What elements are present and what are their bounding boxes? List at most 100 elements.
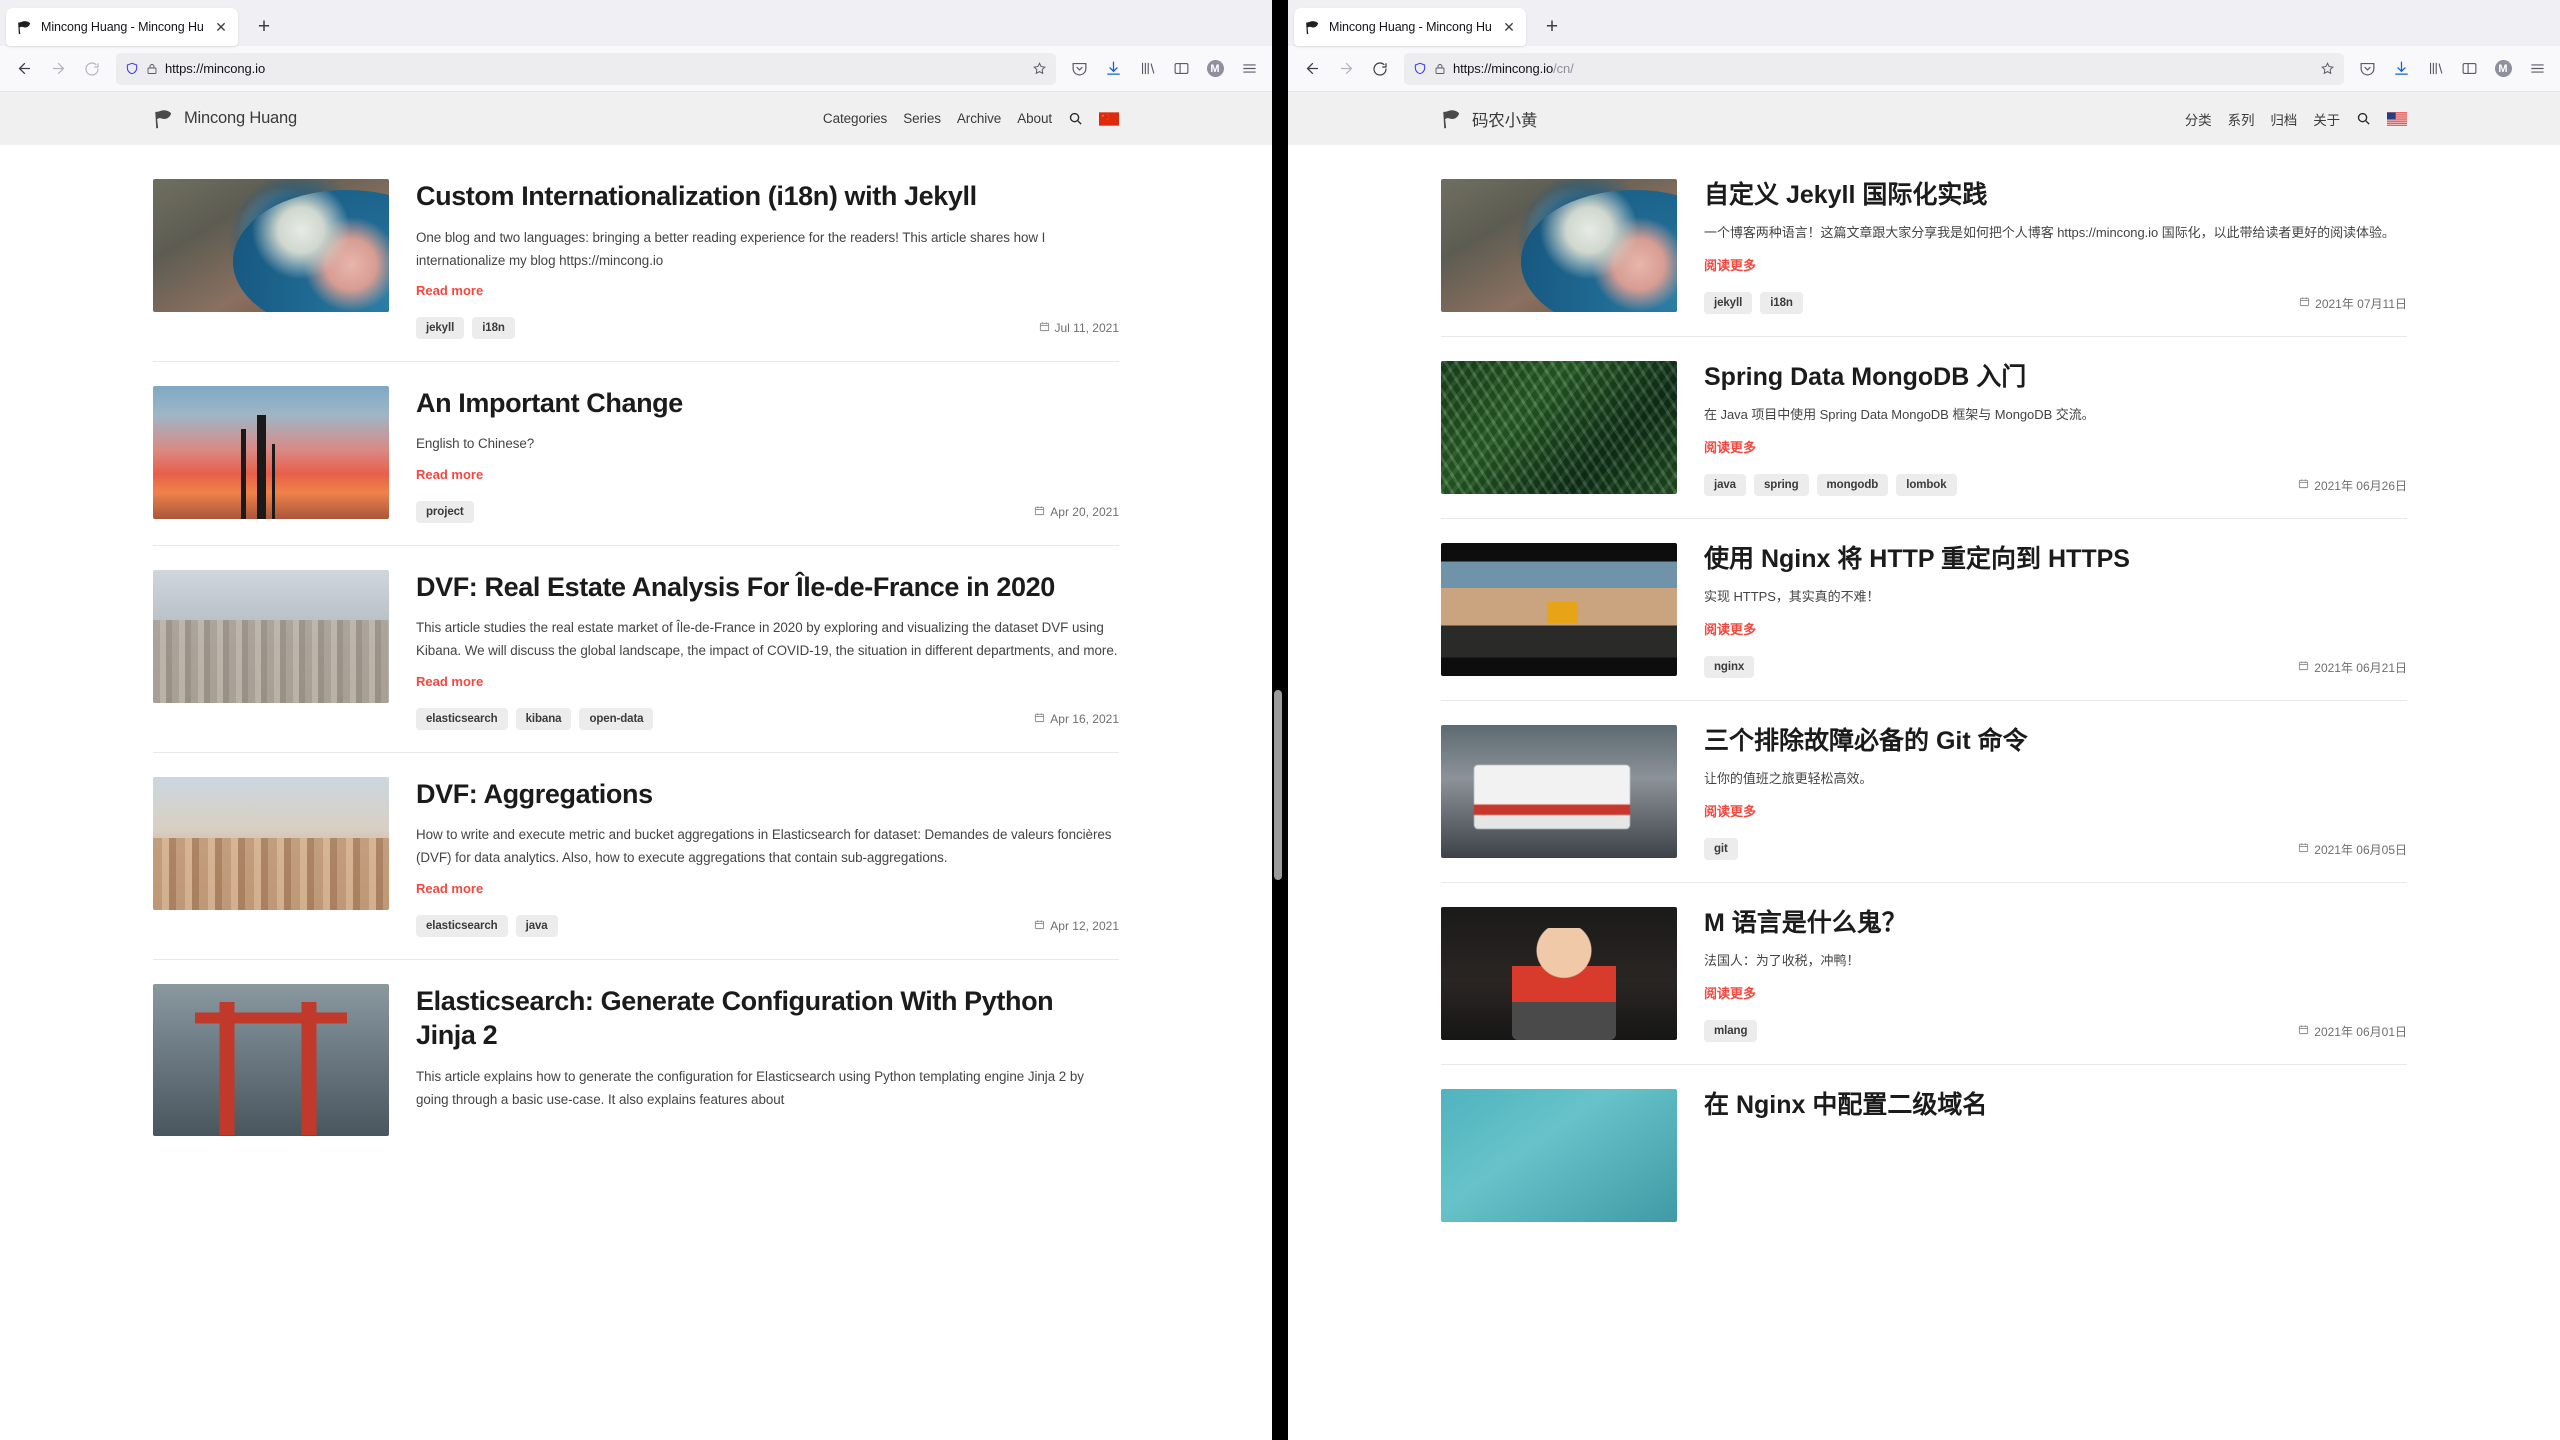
post-item[interactable]: Spring Data MongoDB 入门 在 Java 项目中使用 Spri… xyxy=(1441,361,2407,520)
read-more-link[interactable]: Read more xyxy=(416,467,483,482)
tag-chip[interactable]: project xyxy=(416,500,474,523)
read-more-link[interactable]: 阅读更多 xyxy=(1704,437,1756,456)
sidebar-icon[interactable] xyxy=(2454,54,2484,84)
post-thumbnail[interactable] xyxy=(153,385,389,519)
nav-item-categories[interactable]: Categories xyxy=(823,111,887,126)
post-item[interactable]: 三个排除故障必备的 Git 命令 让你的值班之旅更轻松高效。 阅读更多 git … xyxy=(1441,725,2407,884)
read-more-link[interactable]: Read more xyxy=(416,674,483,689)
library-icon[interactable] xyxy=(1132,54,1162,84)
menu-icon[interactable] xyxy=(1234,54,1264,84)
nav-item-about[interactable]: 关于 xyxy=(2313,109,2340,129)
bookmark-star-icon[interactable] xyxy=(2320,61,2335,76)
post-title[interactable]: 使用 Nginx 将 HTTP 重定向到 HTTPS xyxy=(1704,543,2407,575)
reload-icon[interactable] xyxy=(76,53,108,85)
read-more-link[interactable]: 阅读更多 xyxy=(1704,619,1756,638)
post-item[interactable]: M 语言是什么鬼？ 法国人：为了收税，冲鸭！ 阅读更多 mlang 2021年 … xyxy=(1441,907,2407,1066)
new-tab-button[interactable]: + xyxy=(1536,11,1568,43)
back-icon[interactable] xyxy=(8,53,40,85)
post-item[interactable]: 自定义 Jekyll 国际化实践 一个博客两种语言！这篇文章跟大家分享我是如何把… xyxy=(1441,179,2407,338)
tag-chip[interactable]: open-data xyxy=(579,707,654,730)
scrollbar-thumb[interactable] xyxy=(1274,690,1282,880)
search-icon[interactable] xyxy=(1068,111,1083,126)
post-title[interactable]: Custom Internationalization (i18n) with … xyxy=(416,179,1119,214)
forward-icon[interactable] xyxy=(42,53,74,85)
post-item[interactable]: 使用 Nginx 将 HTTP 重定向到 HTTPS 实现 HTTPS，其实真的… xyxy=(1441,543,2407,702)
download-icon[interactable] xyxy=(2386,54,2416,84)
forward-icon[interactable] xyxy=(1330,53,1362,85)
tag-chip[interactable]: mlang xyxy=(1704,1020,1758,1043)
post-item[interactable]: Custom Internationalization (i18n) with … xyxy=(153,179,1119,362)
bookmark-star-icon[interactable] xyxy=(1032,61,1047,76)
address-bar-right[interactable]: https://mincong.io/cn/ xyxy=(1404,52,2344,85)
tag-chip[interactable]: i18n xyxy=(1760,292,1803,315)
account-icon[interactable]: M xyxy=(1200,54,1230,84)
post-thumbnail[interactable] xyxy=(1441,361,1677,495)
account-icon[interactable]: M xyxy=(2488,54,2518,84)
nav-item-archive[interactable]: Archive xyxy=(957,111,1001,126)
tag-chip[interactable]: jekyll xyxy=(416,316,465,339)
close-icon[interactable]: ✕ xyxy=(212,18,230,36)
post-title[interactable]: 自定义 Jekyll 国际化实践 xyxy=(1704,179,2407,211)
nav-item-series[interactable]: 系列 xyxy=(2228,109,2255,129)
back-icon[interactable] xyxy=(1296,53,1328,85)
post-thumbnail[interactable] xyxy=(1441,543,1677,677)
language-flag-icon[interactable] xyxy=(1099,111,1119,126)
post-title[interactable]: 三个排除故障必备的 Git 命令 xyxy=(1704,725,2407,757)
tag-chip[interactable]: lombok xyxy=(1896,474,1957,497)
post-thumbnail[interactable] xyxy=(153,983,389,1136)
browser-tab-right[interactable]: Mincong Huang - Mincong Huan ✕ xyxy=(1294,8,1526,46)
read-more-link[interactable]: 阅读更多 xyxy=(1704,983,1756,1002)
site-brand-cn[interactable]: 码农小黄 xyxy=(1441,107,1537,131)
nav-item-archive[interactable]: 归档 xyxy=(2270,109,2297,129)
post-item[interactable]: DVF: Aggregations How to write and execu… xyxy=(153,776,1119,960)
post-item[interactable]: DVF: Real Estate Analysis For Île-de-Fra… xyxy=(153,569,1119,753)
post-thumbnail[interactable] xyxy=(1441,179,1677,312)
pocket-icon[interactable] xyxy=(1064,54,1094,84)
download-icon[interactable] xyxy=(1098,54,1128,84)
tag-chip[interactable]: i18n xyxy=(472,316,515,339)
read-more-link[interactable]: Read more xyxy=(416,881,483,896)
pocket-icon[interactable] xyxy=(2352,54,2382,84)
tag-chip[interactable]: java xyxy=(515,914,558,937)
tag-chip[interactable]: java xyxy=(1704,474,1746,497)
post-title[interactable]: Spring Data MongoDB 入门 xyxy=(1704,361,2407,393)
post-thumbnail[interactable] xyxy=(153,776,389,910)
post-title[interactable]: DVF: Aggregations xyxy=(416,777,1119,812)
tag-chip[interactable]: mongodb xyxy=(1816,474,1889,497)
post-item[interactable]: Elasticsearch: Generate Configuration Wi… xyxy=(153,983,1119,1158)
browser-tab-left[interactable]: Mincong Huang - Mincong Huan ✕ xyxy=(6,8,238,46)
tag-chip[interactable]: elasticsearch xyxy=(416,707,508,730)
tag-chip[interactable]: kibana xyxy=(515,707,572,730)
read-more-link[interactable]: Read more xyxy=(416,283,483,298)
post-thumbnail[interactable] xyxy=(1441,725,1677,859)
post-title[interactable]: Elasticsearch: Generate Configuration Wi… xyxy=(416,984,1119,1053)
tag-chip[interactable]: git xyxy=(1704,838,1738,861)
nav-item-about[interactable]: About xyxy=(1017,111,1052,126)
read-more-link[interactable]: 阅读更多 xyxy=(1704,255,1756,274)
post-title[interactable]: M 语言是什么鬼？ xyxy=(1704,907,2407,939)
tag-chip[interactable]: jekyll xyxy=(1704,292,1753,315)
language-flag-icon[interactable] xyxy=(2387,111,2407,126)
post-thumbnail[interactable] xyxy=(153,569,389,703)
post-thumbnail[interactable] xyxy=(153,179,389,312)
sidebar-icon[interactable] xyxy=(1166,54,1196,84)
post-title[interactable]: An Important Change xyxy=(416,386,1119,421)
tag-chip[interactable]: elasticsearch xyxy=(416,914,508,937)
nav-item-categories[interactable]: 分类 xyxy=(2185,109,2212,129)
post-title[interactable]: DVF: Real Estate Analysis For Île-de-Fra… xyxy=(416,570,1119,605)
post-thumbnail[interactable] xyxy=(1441,907,1677,1041)
post-thumbnail[interactable] xyxy=(1441,1089,1677,1223)
site-brand-en[interactable]: Mincong Huang xyxy=(153,108,297,130)
tag-chip[interactable]: nginx xyxy=(1704,656,1755,679)
address-bar-left[interactable]: https://mincong.io xyxy=(116,52,1056,85)
nav-item-series[interactable]: Series xyxy=(903,111,941,126)
reload-icon[interactable] xyxy=(1364,53,1396,85)
read-more-link[interactable]: 阅读更多 xyxy=(1704,801,1756,820)
post-item[interactable]: 在 Nginx 中配置二级域名 xyxy=(1441,1089,2407,1244)
library-icon[interactable] xyxy=(2420,54,2450,84)
tag-chip[interactable]: spring xyxy=(1753,474,1809,497)
close-icon[interactable]: ✕ xyxy=(1500,18,1518,36)
search-icon[interactable] xyxy=(2356,111,2371,126)
menu-icon[interactable] xyxy=(2522,54,2552,84)
post-title[interactable]: 在 Nginx 中配置二级域名 xyxy=(1704,1089,2407,1121)
